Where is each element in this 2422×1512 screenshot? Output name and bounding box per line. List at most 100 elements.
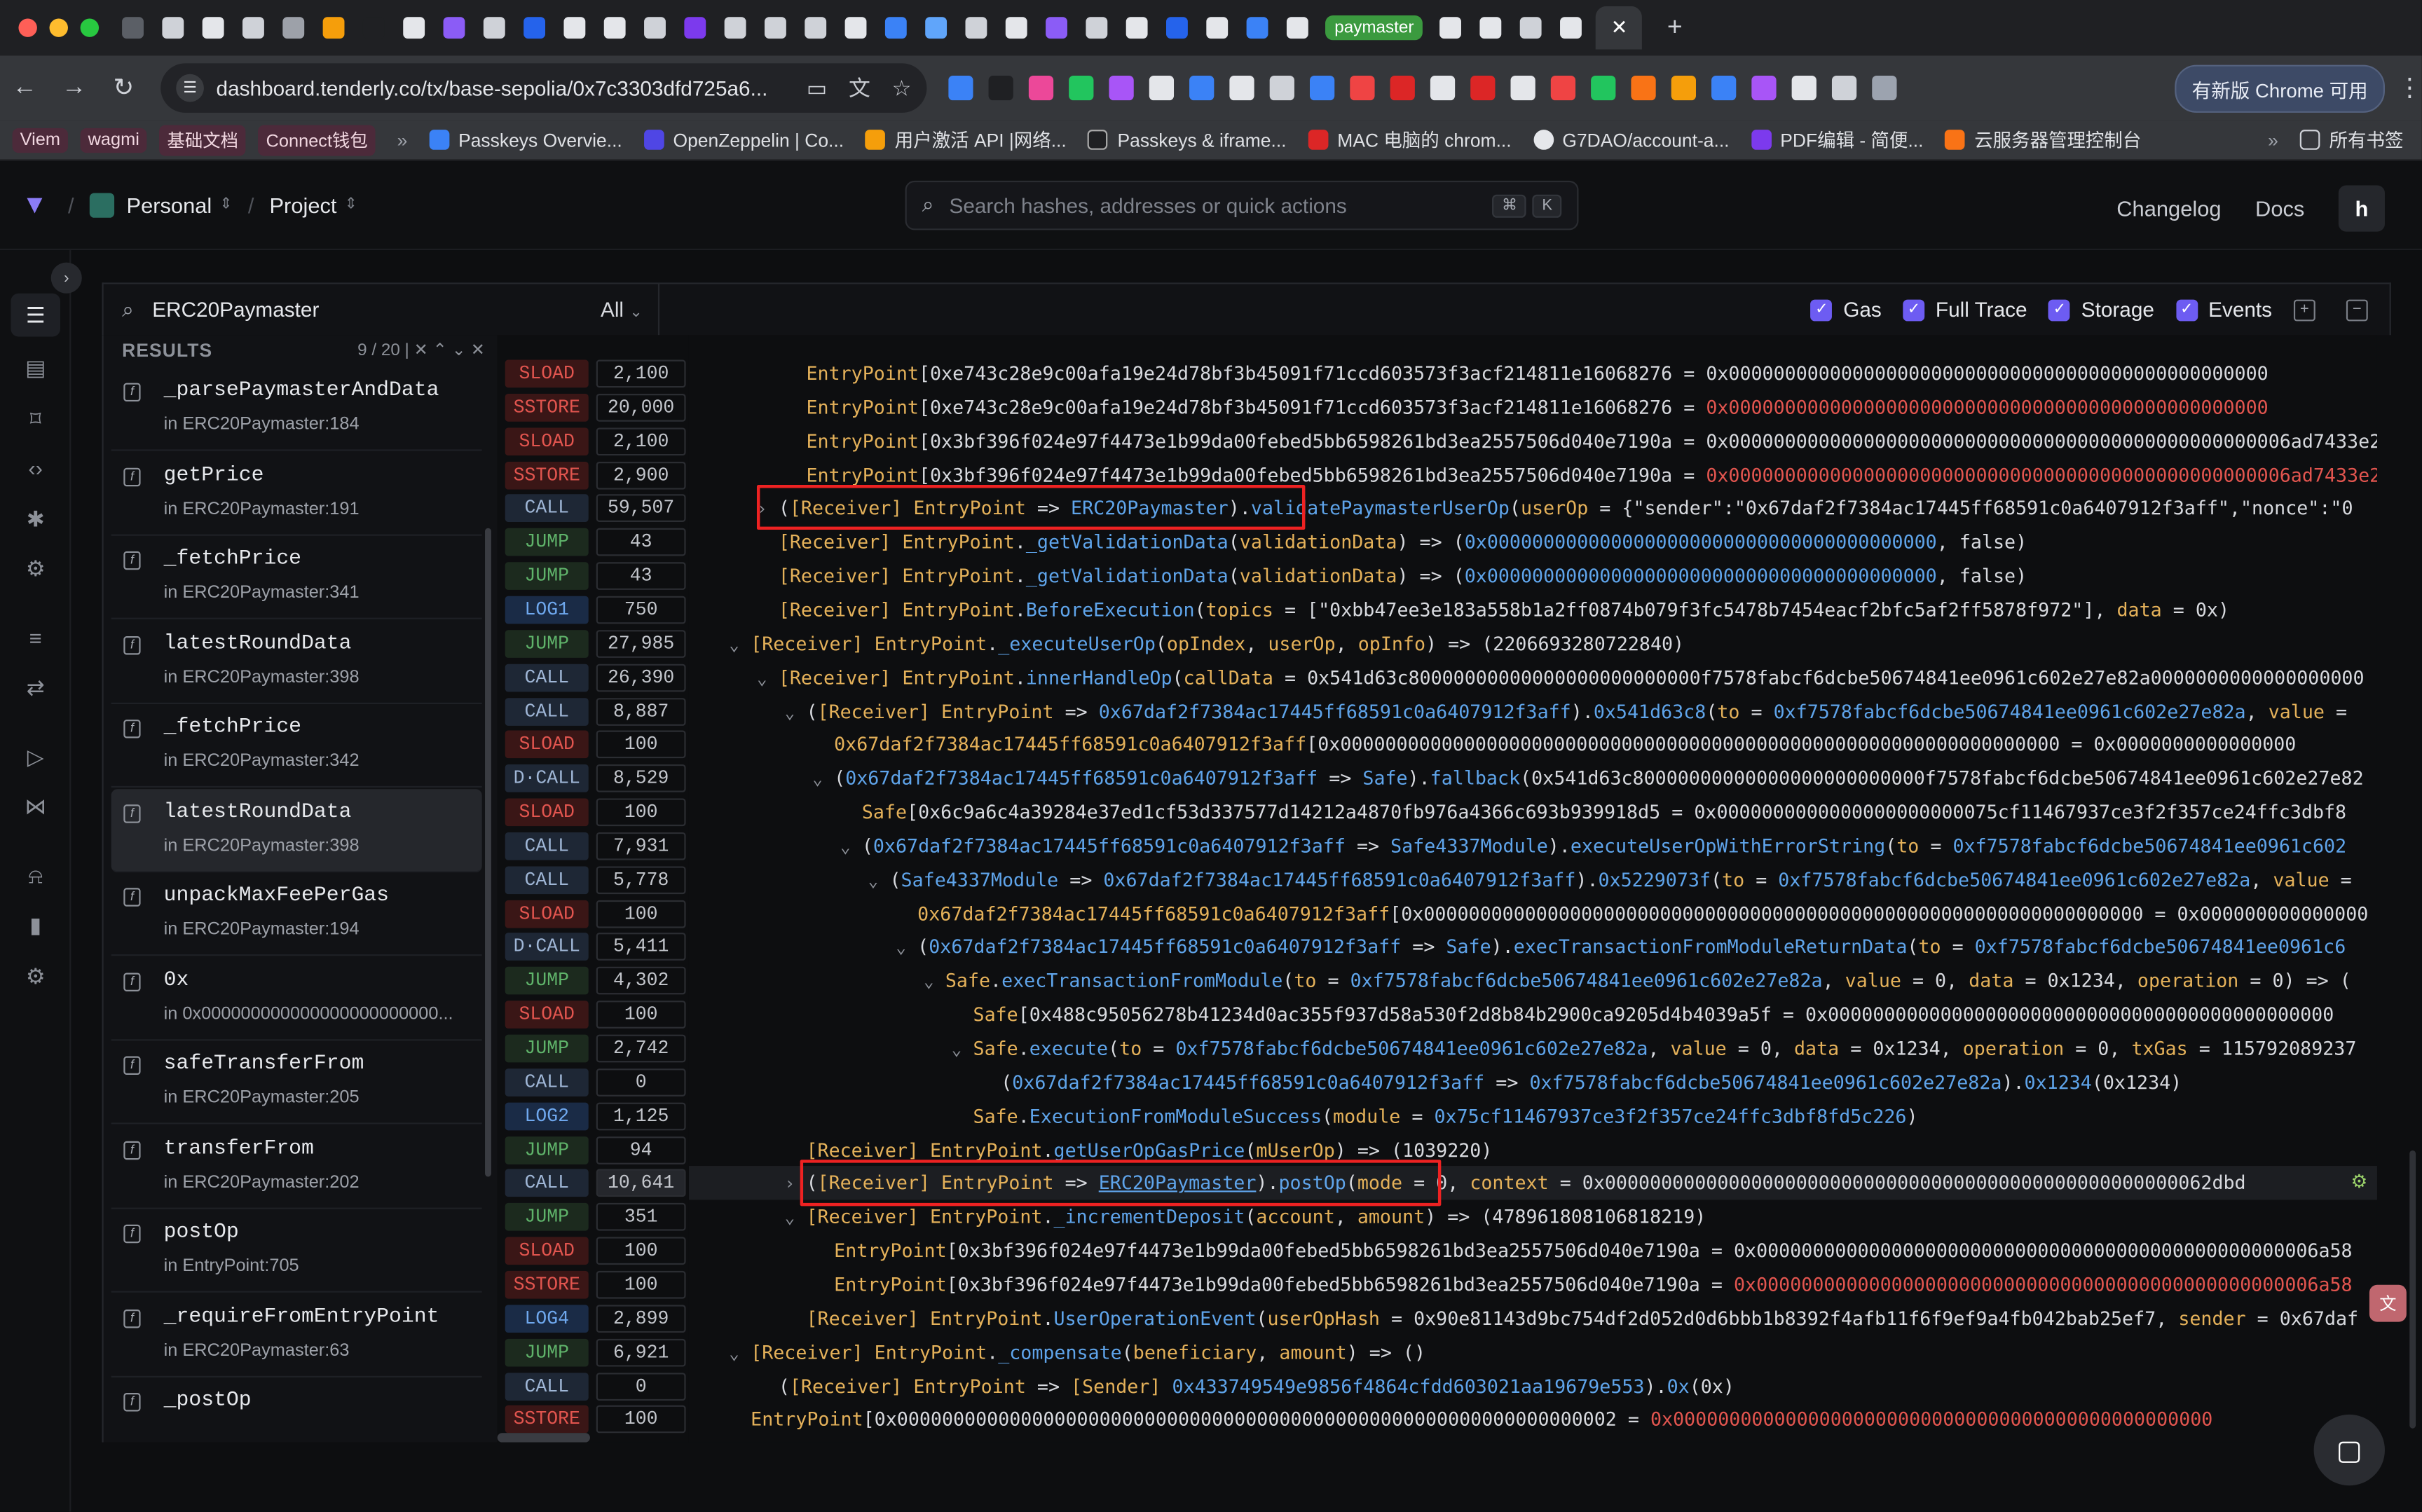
trace-row[interactable]: ⌄ (0x67daf2f7384ac17445ff68591c0a6407912f… xyxy=(689,762,2377,795)
opcode-row[interactable]: D·CALL 5,411 xyxy=(505,932,686,963)
minimize-window-button[interactable] xyxy=(49,18,68,37)
browser-tab[interactable] xyxy=(1556,11,1587,44)
trace-token[interactable]: 0x75cf11467937ce3f2f357ce24ffc3dbf8fd5c2… xyxy=(1434,1105,1906,1127)
trace-token[interactable]: 0x00000000000000000000000000000000000000… xyxy=(1465,532,1937,554)
trace-token[interactable]: 0x xyxy=(1667,1375,1690,1397)
trace-row[interactable]: [Receiver] EntryPoint.UserOperationEvent… xyxy=(689,1302,2377,1335)
browser-tab[interactable] xyxy=(559,11,590,44)
browser-tab[interactable] xyxy=(1121,11,1152,44)
trace-token[interactable]: ExecutionFromModuleSuccess xyxy=(1029,1105,1322,1127)
trace-token[interactable]: execTransactionFromModuleReturnData xyxy=(1514,937,1908,958)
browser-tab[interactable] xyxy=(1081,11,1112,44)
vertical-scrollbar[interactable] xyxy=(2409,1150,2416,1429)
browser-tab[interactable] xyxy=(921,11,952,44)
opcode-row[interactable]: LOG2 1,125 xyxy=(505,1101,686,1132)
trace-row[interactable]: [Receiver] EntryPoint._getValidationData… xyxy=(689,559,2377,593)
result-item[interactable]: f postOp in EntryPoint:705 xyxy=(111,1209,482,1293)
browser-tab[interactable] xyxy=(599,11,630,44)
extension-icon[interactable] xyxy=(1430,75,1456,101)
settings-icon[interactable]: ⚙ xyxy=(22,962,50,990)
opcode-row[interactable]: CALL 0 xyxy=(505,1067,686,1098)
trace-row[interactable]: EntryPoint[0x3bf396f024e97f4473e1b99da00… xyxy=(689,424,2376,458)
more-bookmarks-icon[interactable]: » xyxy=(397,129,408,151)
trace-token[interactable]: 0x67daf2f7384ac17445ff68591c0a6407912f3a… xyxy=(1103,869,1575,891)
bookmark-item[interactable]: Passkeys Overvie... xyxy=(429,129,622,151)
extension-icon[interactable] xyxy=(988,75,1013,101)
opcode-row[interactable]: JUMP 94 xyxy=(505,1134,686,1165)
trace-row[interactable]: (0x67daf2f7384ac17445ff68591c0a6407912f3… xyxy=(689,1065,2377,1099)
browser-tab[interactable] xyxy=(1476,11,1507,44)
trace-row[interactable]: EntryPoint[0xe743c28e9c00afa19e24d78bf3b… xyxy=(689,357,2377,390)
cast-icon[interactable]: ▭ xyxy=(807,75,827,101)
extension-icon[interactable] xyxy=(1109,75,1134,101)
share-icon[interactable]: ⋈ xyxy=(22,792,50,820)
trace-token[interactable]: 0x67daf2f7384ac17445ff68591c0a6407912f3a… xyxy=(929,937,1401,958)
trace-token[interactable]: 0xf7578fabcf6dcbe50674841ee0961c602e27e8… xyxy=(1529,1071,2002,1093)
trace-token[interactable]: 0x67daf2f7384ac17445ff68591c0a6407912f3a… xyxy=(1099,701,1571,722)
opcode-row[interactable]: CALL 7,931 xyxy=(505,831,686,862)
bookmark-chip[interactable]: wagmi xyxy=(80,127,147,153)
result-item[interactable]: f _requireFromEntryPoint in ERC20Paymaster… xyxy=(111,1293,482,1377)
collapse-caret-icon[interactable]: ⌄ xyxy=(952,1033,973,1066)
opcode-row[interactable]: D·CALL 8,529 xyxy=(505,763,686,794)
opcode-row[interactable]: JUMP 6,921 xyxy=(505,1337,686,1368)
trace-token[interactable]: 0xf7578fabcf6dcbe50674841ee0961c602e27e8… xyxy=(1175,1038,1648,1059)
trace-token[interactable]: 0x433749549e9856f4864cfdd603021aa19679e5… xyxy=(1172,1375,1644,1397)
extension-icon[interactable] xyxy=(1149,75,1175,101)
opcode-row[interactable]: SLOAD 100 xyxy=(505,729,686,760)
collapse-caret-icon[interactable]: ⌄ xyxy=(729,1337,751,1370)
bookmark-star-icon[interactable]: ☆ xyxy=(892,75,912,101)
collapse-caret-icon[interactable]: ⌄ xyxy=(729,628,751,662)
opcode-row[interactable]: SLOAD 100 xyxy=(505,797,686,827)
collapse-caret-icon[interactable]: ⌄ xyxy=(785,696,807,729)
opcode-row[interactable]: SSTORE 100 xyxy=(505,1270,686,1300)
trace-row[interactable]: ⌄ ([Receiver] EntryPoint => 0x67daf2f7384… xyxy=(689,694,2377,728)
reload-icon[interactable]: ↻ xyxy=(99,73,149,104)
collapse-caret-icon[interactable]: ⌄ xyxy=(785,1202,807,1235)
bookmark-icon[interactable]: ⌑ xyxy=(22,404,50,432)
collapse-caret-icon[interactable]: ⌄ xyxy=(896,932,917,965)
trace-row[interactable]: ⌄ (0x67daf2f7384ac17445ff68591c0a6407912f… xyxy=(689,930,2377,964)
browser-tab[interactable] xyxy=(680,11,711,44)
storage-icon[interactable]: ≡ xyxy=(22,624,50,652)
trace-token[interactable]: Safe4337Module xyxy=(901,869,1059,891)
trace-token[interactable]: _getValidationData xyxy=(1026,565,1229,587)
extension-icon[interactable] xyxy=(1751,75,1777,101)
more-bookmarks-icon[interactable]: » xyxy=(2268,129,2278,151)
trace-token[interactable]: execute xyxy=(1029,1038,1108,1059)
expand-caret-icon[interactable]: › xyxy=(757,493,779,527)
full-trace-checkbox[interactable]: ✓ Full Trace xyxy=(1903,298,2027,321)
horizontal-scrollbar[interactable] xyxy=(497,1433,590,1443)
trace-token[interactable]: 0x67daf2f7384ac17445ff68591c0a6407912f3a… xyxy=(873,835,1346,857)
opcode-row[interactable]: CALL 0 xyxy=(505,1370,686,1401)
trace-row[interactable]: [Receiver] EntryPoint._getValidationData… xyxy=(689,525,2377,559)
trace-row[interactable]: ⌄ [Receiver] EntryPoint._compensate(benef… xyxy=(689,1335,2377,1369)
trace-token[interactable]: 0x1234 xyxy=(2025,1071,2092,1093)
browser-tab[interactable] xyxy=(278,11,309,44)
network-icon[interactable]: ⇄ xyxy=(22,673,50,701)
analytics-icon[interactable]: ▮ xyxy=(22,911,50,939)
opcode-row[interactable]: SSTORE 100 xyxy=(505,1404,686,1435)
chevron-updown-icon[interactable]: ⇕ xyxy=(345,196,357,213)
site-info-icon[interactable]: ☰ xyxy=(176,74,204,102)
bookmark-chip[interactable]: 基础文档 xyxy=(159,124,246,156)
trace-token[interactable]: 0xf7578fabcf6dcbe50674841ee0961c6 xyxy=(1975,937,2346,958)
opcode-row[interactable]: JUMP 4,302 xyxy=(505,965,686,996)
bookmark-item[interactable]: 云服务器管理控制台 xyxy=(1945,127,2141,153)
trace-token[interactable]: postOp xyxy=(1278,1173,1346,1195)
trace-token[interactable]: _compensate xyxy=(998,1341,1122,1363)
bookmark-item[interactable]: G7DAO/account-a... xyxy=(1533,129,1730,151)
url-text[interactable]: dashboard.tenderly.co/tx/base-sepolia/0x… xyxy=(217,76,786,99)
simulator-icon[interactable]: ⚙ xyxy=(22,554,50,582)
translate-icon[interactable]: 文 xyxy=(849,73,870,104)
extension-icon[interactable] xyxy=(1470,75,1496,101)
extension-icon[interactable] xyxy=(1711,75,1737,101)
bookmark-item[interactable]: MAC 电脑的 chrom... xyxy=(1308,127,1512,153)
bell-icon[interactable]: ⍾ xyxy=(22,862,50,890)
trace-token[interactable]: UserOperationEvent xyxy=(1054,1307,1257,1329)
gas-checkbox[interactable]: ✓ Gas xyxy=(1810,298,1882,321)
trace-token[interactable]: Safe xyxy=(1446,937,1491,958)
opcode-row[interactable]: SLOAD 2,100 xyxy=(505,426,686,457)
trace-token[interactable]: 0xf7578fabcf6dcbe50674841ee0961c602e27e8… xyxy=(1778,869,2250,891)
browser-tab[interactable] xyxy=(1161,11,1192,44)
